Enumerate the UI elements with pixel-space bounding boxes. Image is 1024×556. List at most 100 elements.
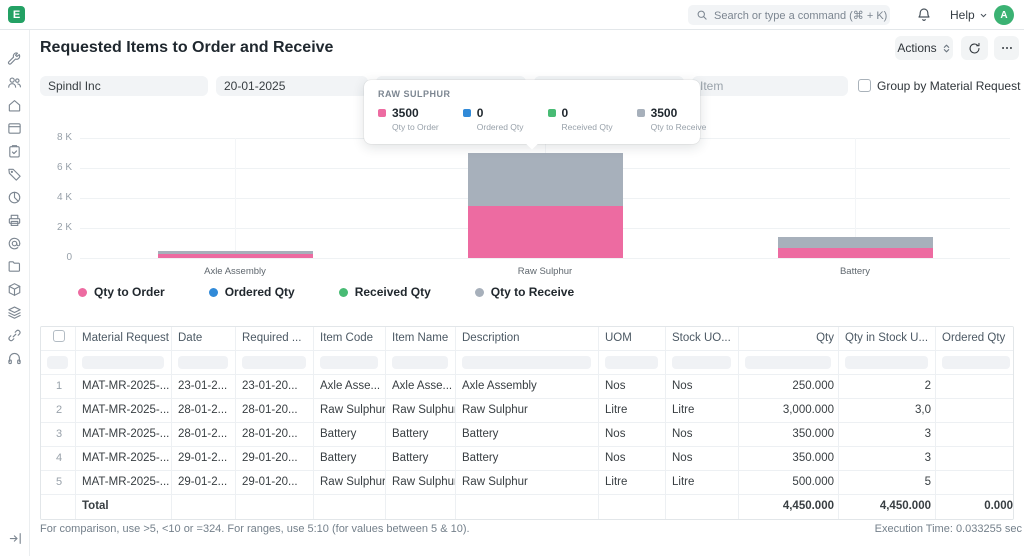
column-header-required[interactable]: Required ...	[236, 327, 314, 350]
company-filter[interactable]	[40, 76, 208, 96]
notifications-bell-icon[interactable]	[916, 7, 932, 23]
column-filter-input[interactable]	[745, 356, 831, 369]
actions-label: Actions	[897, 41, 936, 55]
bar-chart: 02 K4 K6 K8 K Axle AssemblyRaw SulphurBa…	[40, 138, 1014, 298]
column-filter-input[interactable]	[672, 356, 731, 369]
column-filter-input[interactable]	[942, 356, 1010, 369]
column-filter-input[interactable]	[320, 356, 378, 369]
email-icon[interactable]	[7, 236, 22, 251]
printer-icon[interactable]	[7, 213, 22, 228]
column-filter-input[interactable]	[242, 356, 306, 369]
home-icon[interactable]	[7, 98, 22, 113]
more-menu-button[interactable]	[994, 36, 1019, 60]
cell-qty_in_stock: 3,0	[839, 399, 936, 422]
cell-qty_in_stock: 5	[839, 471, 936, 494]
bar-battery-qty-to-order[interactable]	[778, 248, 933, 259]
users-icon[interactable]	[7, 75, 22, 90]
legend-dot	[339, 288, 348, 297]
cell-date: 28-01-2...	[172, 399, 236, 422]
column-header-ordered-qty[interactable]: Ordered Qty	[936, 327, 1014, 350]
select-all-checkbox[interactable]	[53, 330, 65, 342]
top-navbar: E Search or type a command (⌘ + K) Help …	[0, 0, 1024, 30]
column-header-date[interactable]: Date	[172, 327, 236, 350]
table-row[interactable]: 3MAT-MR-2025-...28-01-2...28-01-20...Bat…	[41, 423, 1014, 447]
tooltip-value: 0	[477, 107, 524, 120]
tooltip-swatch	[378, 109, 386, 117]
cell-required_by: 23-01-20...	[236, 375, 314, 398]
support-icon[interactable]	[7, 351, 22, 366]
select-all-cell[interactable]	[41, 327, 76, 350]
column-filter-input[interactable]	[392, 356, 448, 369]
bar-raw-sulphur-qty-to-order[interactable]	[468, 206, 623, 259]
legend-dot	[475, 288, 484, 297]
chart-legend: Qty to OrderOrdered QtyReceived QtyQty t…	[78, 285, 574, 299]
item-filter[interactable]	[692, 76, 848, 96]
user-avatar[interactable]: A	[994, 5, 1014, 25]
ellipsis-icon	[1000, 41, 1014, 55]
table-row[interactable]: 2MAT-MR-2025-...28-01-2...28-01-20...Raw…	[41, 399, 1014, 423]
bar-raw-sulphur-qty-to-receive[interactable]	[468, 153, 623, 206]
bar-axle-assembly-qty-to-order[interactable]	[158, 254, 313, 258]
date-filter[interactable]	[216, 76, 368, 96]
cell-description: Raw Sulphur	[456, 471, 599, 494]
tooltip-value: 3500	[651, 107, 707, 120]
refresh-button[interactable]	[961, 36, 988, 60]
column-header-material-request[interactable]: Material Request	[76, 327, 172, 350]
accounting-icon[interactable]	[7, 190, 22, 205]
column-filter-input[interactable]	[82, 356, 164, 369]
column-header-qty-in-stock-u[interactable]: Qty in Stock U...	[839, 327, 936, 350]
column-filter-input[interactable]	[462, 356, 591, 369]
help-menu[interactable]: Help	[950, 8, 988, 22]
column-header-description[interactable]: Description	[456, 327, 599, 350]
integrations-icon[interactable]	[7, 328, 22, 343]
cell-required_by: 28-01-20...	[236, 423, 314, 446]
cell-material_request: MAT-MR-2025-...	[76, 399, 172, 422]
erpnext-logo[interactable]: E	[8, 6, 25, 23]
bar-axle-assembly-qty-to-receive[interactable]	[158, 251, 313, 255]
cell-uom: Litre	[599, 399, 666, 422]
refresh-icon	[968, 42, 981, 55]
collapse-sidebar-icon[interactable]	[8, 531, 23, 546]
global-search[interactable]: Search or type a command (⌘ + K)	[688, 5, 890, 25]
column-header-stock-uo[interactable]: Stock UO...	[666, 327, 739, 350]
x-axis-label: Raw Sulphur	[518, 266, 572, 277]
actions-button[interactable]: Actions	[895, 36, 953, 60]
chart-tooltip-items: 3500Qty to Order0Ordered Qty0Received Qt…	[378, 107, 686, 132]
website-icon[interactable]	[7, 121, 22, 136]
filter-cell	[739, 351, 839, 374]
column-header-item-name[interactable]: Item Name	[386, 327, 456, 350]
tools-icon[interactable]	[7, 52, 22, 67]
tasks-icon[interactable]	[7, 144, 22, 159]
column-header-uom[interactable]: UOM	[599, 327, 666, 350]
cell-stock_uom: Nos	[666, 447, 739, 470]
table-row[interactable]: 5MAT-MR-2025-...29-01-2...29-01-20...Raw…	[41, 471, 1014, 495]
column-filter-input[interactable]	[178, 356, 228, 369]
manufacturing-icon[interactable]	[7, 305, 22, 320]
filter-cell	[936, 351, 1014, 374]
column-filter-input[interactable]	[845, 356, 928, 369]
data-table: Material RequestDateRequired ...Item Cod…	[40, 326, 1014, 520]
group-by-checkbox[interactable]	[858, 79, 871, 92]
filter-cell	[386, 351, 456, 374]
column-header-qty[interactable]: Qty	[739, 327, 839, 350]
selling-icon[interactable]	[7, 167, 22, 182]
y-axis-label: 4 K	[40, 192, 72, 204]
help-label: Help	[950, 8, 975, 22]
bar-battery-qty-to-receive[interactable]	[778, 237, 933, 248]
column-filter-input[interactable]	[47, 356, 68, 369]
column-header-item-code[interactable]: Item Code	[314, 327, 386, 350]
column-filter-input[interactable]	[605, 356, 658, 369]
table-row[interactable]: 4MAT-MR-2025-...29-01-2...29-01-20...Bat…	[41, 447, 1014, 471]
tooltip-label: Qty to Order	[392, 122, 439, 132]
folder-icon[interactable]	[7, 259, 22, 274]
table-row[interactable]: 1MAT-MR-2025-...23-01-2...23-01-20...Axl…	[41, 375, 1014, 399]
stock-icon[interactable]	[7, 282, 22, 297]
cell-ordered_qty	[936, 471, 1014, 494]
row-index: 5	[41, 471, 76, 494]
cell-material_request: MAT-MR-2025-...	[76, 375, 172, 398]
tooltip-item-qty-to-receive: 3500Qty to Receive	[637, 107, 707, 132]
tooltip-item-received-qty: 0Received Qty	[548, 107, 613, 132]
cell-ordered_qty	[936, 447, 1014, 470]
search-icon	[696, 9, 708, 21]
x-axis-label: Battery	[840, 266, 870, 277]
